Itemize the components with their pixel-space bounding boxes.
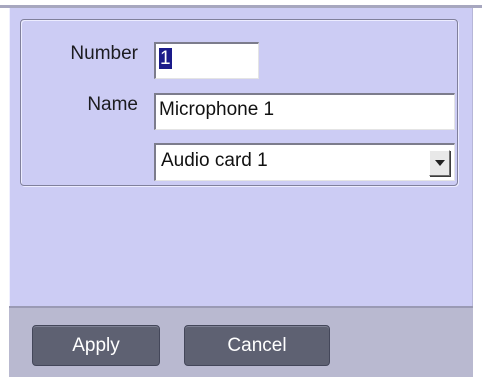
device-settings-group: Number 1 Name Microphone 1 Audio card 1	[20, 19, 458, 186]
number-field[interactable]: 1	[154, 42, 259, 79]
name-field[interactable]: Microphone 1	[154, 93, 455, 130]
audio-device-value: Audio card 1	[161, 150, 268, 171]
action-bar: Apply Cancel	[9, 306, 473, 377]
chevron-down-icon	[434, 160, 445, 166]
name-value: Microphone 1	[159, 99, 275, 120]
apply-button[interactable]: Apply	[32, 325, 160, 366]
settings-panel: Number 1 Name Microphone 1 Audio card 1	[9, 8, 473, 306]
top-divider	[0, 0, 482, 8]
dropdown-button[interactable]	[429, 150, 450, 176]
number-label: Number	[70, 43, 138, 64]
number-value: 1	[159, 48, 172, 69]
cancel-button[interactable]: Cancel	[184, 325, 330, 366]
audio-device-select[interactable]: Audio card 1	[154, 143, 455, 181]
name-label: Name	[87, 94, 138, 115]
